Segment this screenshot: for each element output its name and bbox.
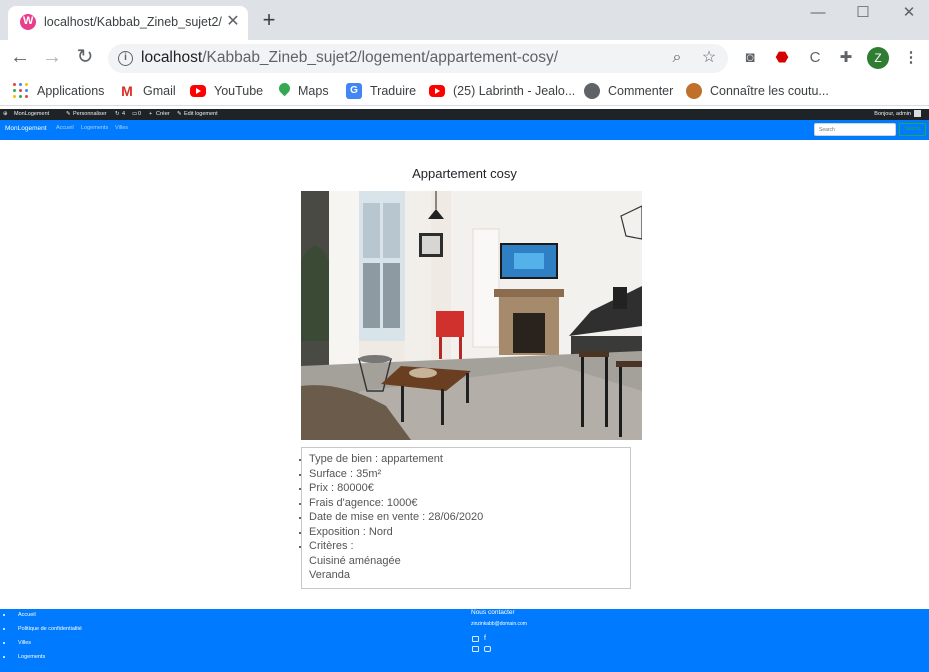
footer-contact-title: Nous contacter bbox=[471, 609, 515, 616]
comment-icon: ▭ bbox=[132, 111, 138, 117]
url-text[interactable]: localhost/Kabbab_Zineb_sujet2/logement/a… bbox=[141, 49, 558, 67]
bookmark-labrinth[interactable]: (25) Labrinth - Jealo... bbox=[429, 82, 575, 100]
page-title: Appartement cosy bbox=[412, 166, 517, 181]
maps-pin-icon bbox=[278, 83, 290, 99]
tab-title: localhost/Kabbab_Zineb_sujet2/lo bbox=[44, 15, 222, 29]
adminbar-updates[interactable]: 4 bbox=[122, 109, 125, 120]
detail-criterion: Cuisiné aménagée bbox=[309, 554, 401, 567]
detail-price: Prix : 80000€ bbox=[299, 481, 630, 496]
bookmarks-bar: Applications M Gmail YouTube Maps G Trad… bbox=[0, 76, 929, 106]
gmail-icon: M bbox=[121, 83, 133, 99]
back-arrow-icon[interactable]: ← bbox=[8, 46, 32, 70]
bookmark-star-icon[interactable]: ☆ bbox=[698, 47, 720, 69]
camera-extension-icon[interactable]: ◙ bbox=[739, 47, 761, 69]
detail-date: Date de mise en vente : 28/06/2020 bbox=[299, 510, 630, 525]
apps-grid-icon bbox=[13, 83, 29, 99]
adminbar-new[interactable]: Créer bbox=[156, 109, 170, 120]
facebook-icon[interactable]: f bbox=[484, 635, 491, 642]
site-navbar: MonLogement Accueil Logements Villes Sea… bbox=[0, 120, 929, 140]
search-button[interactable]: Search bbox=[899, 123, 926, 136]
footer-link-logements[interactable]: Logements bbox=[2, 654, 45, 660]
browser-tabstrip: localhost/Kabbab_Zineb_sujet2/lo ✕ + — ☐… bbox=[0, 0, 929, 40]
youtube-icon[interactable] bbox=[472, 636, 479, 642]
apartment-image bbox=[301, 191, 642, 440]
bookmark-applications[interactable]: Applications bbox=[13, 82, 104, 100]
detail-surface: Surface : 35m² bbox=[299, 467, 630, 482]
bookmark-maps[interactable]: Maps bbox=[278, 82, 329, 100]
adminbar-site[interactable]: MonLogement bbox=[14, 109, 49, 120]
plus-icon: + bbox=[149, 111, 153, 117]
updates-icon: ↻ bbox=[115, 111, 120, 117]
zoom-icon[interactable]: ⌕ bbox=[666, 47, 688, 69]
instagram-icon[interactable] bbox=[484, 646, 491, 652]
detail-criteria-label: Critères : bbox=[299, 539, 630, 554]
wamp-favicon-icon bbox=[20, 14, 36, 30]
search-input[interactable] bbox=[814, 123, 896, 136]
maximize-button[interactable]: ☐ bbox=[848, 4, 878, 24]
user-avatar bbox=[914, 110, 921, 118]
new-tab-button[interactable]: + bbox=[258, 9, 280, 32]
info-icon[interactable]: i bbox=[118, 51, 133, 66]
nav-link-accueil[interactable]: Accueil bbox=[56, 125, 74, 131]
profile-avatar[interactable]: Z bbox=[867, 47, 889, 69]
extensions-puzzle-icon[interactable]: ✚ bbox=[835, 47, 857, 69]
detail-exposition: Exposition : Nord bbox=[299, 525, 630, 540]
close-tab-icon[interactable]: ✕ bbox=[224, 13, 242, 31]
adminbar-user[interactable]: Bonjour, admin bbox=[874, 109, 921, 120]
browser-tab[interactable]: localhost/Kabbab_Zineb_sujet2/lo ✕ bbox=[8, 6, 248, 40]
nav-link-villes[interactable]: Villes bbox=[115, 125, 128, 131]
footer-email[interactable]: zinzinkabb@domain.com bbox=[471, 621, 527, 627]
youtube-icon bbox=[190, 85, 206, 97]
site-footer: Accueil Politique de confidentialité Vil… bbox=[0, 609, 929, 672]
details-list: Type de bien : appartement Surface : 35m… bbox=[299, 452, 630, 583]
bookmark-connaitre[interactable]: Connaître les coutu... bbox=[686, 82, 829, 100]
detail-criterion: Veranda bbox=[309, 569, 350, 581]
adminbar-customize[interactable]: Personnaliser bbox=[73, 109, 107, 120]
code-extension-icon[interactable]: C bbox=[804, 47, 826, 69]
footer-link-privacy[interactable]: Politique de confidentialité bbox=[3, 626, 82, 632]
bookmark-commenter[interactable]: Commenter bbox=[584, 82, 673, 100]
menu-kebab-icon[interactable]: ⋮ bbox=[900, 47, 922, 69]
adminbar-edit[interactable]: Edit logement bbox=[184, 109, 218, 120]
pencil-icon: ✎ bbox=[66, 111, 71, 117]
minimize-button[interactable]: — bbox=[803, 4, 833, 24]
close-window-button[interactable]: ✕ bbox=[894, 4, 924, 24]
nav-link-logements[interactable]: Logements bbox=[81, 125, 108, 131]
forward-arrow-icon[interactable]: → bbox=[40, 46, 64, 70]
reload-icon[interactable]: ↻ bbox=[73, 46, 97, 70]
footer-link-accueil[interactable]: Accueil bbox=[3, 612, 36, 618]
footer-link-villes[interactable]: Villes bbox=[2, 640, 31, 646]
detail-type: Type de bien : appartement bbox=[299, 452, 630, 467]
wp-admin-bar: ⊕ MonLogement ✎ Personnaliser ↻ 4 ▭ 0 + … bbox=[0, 109, 929, 120]
globe-icon bbox=[584, 83, 600, 99]
property-details: Type de bien : appartement Surface : 35m… bbox=[299, 447, 631, 589]
twitter-icon[interactable] bbox=[472, 646, 479, 652]
pencil-icon: ✎ bbox=[177, 111, 182, 117]
navbar-brand[interactable]: MonLogement bbox=[5, 125, 47, 132]
apartment-photo bbox=[301, 191, 642, 440]
wordpress-logo-icon[interactable]: ⊕ bbox=[3, 109, 8, 120]
browser-toolbar: ← → ↻ i localhost/Kabbab_Zineb_sujet2/lo… bbox=[0, 40, 929, 76]
bookmark-youtube[interactable]: YouTube bbox=[190, 82, 263, 100]
bookmark-gmail[interactable]: M Gmail bbox=[119, 82, 176, 100]
adminbar-comments[interactable]: 0 bbox=[138, 109, 141, 120]
address-bar[interactable]: i localhost/Kabbab_Zineb_sujet2/logement… bbox=[108, 44, 728, 73]
bookmark-traduire[interactable]: G Traduire bbox=[346, 82, 416, 100]
adblock-extension-icon[interactable]: ⬣ bbox=[771, 47, 793, 69]
translate-icon: G bbox=[346, 83, 362, 99]
youtube-icon bbox=[429, 85, 445, 97]
cookie-icon bbox=[686, 83, 702, 99]
detail-fees: Frais d'agence: 1000€ bbox=[299, 496, 630, 511]
